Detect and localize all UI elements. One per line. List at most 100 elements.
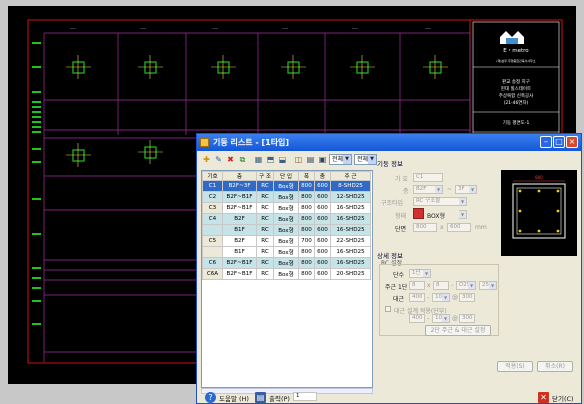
code-input[interactable]: C1 <box>413 173 443 182</box>
chevron-down-icon: ▼ <box>343 155 351 164</box>
main-rebar-diameter[interactable]: D25 ▼ <box>456 281 476 290</box>
shape-label: 형태 <box>395 213 407 220</box>
tie-label: 대근 <box>393 296 405 303</box>
floor-label: 층 <box>403 188 409 195</box>
tie-v1[interactable]: 400 <box>409 293 425 302</box>
printer-icon[interactable]: ▤ <box>255 392 266 403</box>
svg-text:——: —— <box>212 26 218 30</box>
close-button[interactable]: 닫기(C) <box>552 393 574 403</box>
print-icon[interactable]: ▤ <box>305 154 316 165</box>
delete-icon[interactable]: ✖ <box>225 154 236 165</box>
info-section-title: 기둥 정보 <box>377 160 403 168</box>
chevron-down-icon: ▼ <box>459 211 466 218</box>
add-icon[interactable]: ✚ <box>201 154 212 165</box>
depth-input[interactable]: 600 <box>447 223 471 232</box>
chevron-down-icon: ▼ <box>442 315 449 322</box>
project-line-4: (21-46연차) <box>504 99 529 106</box>
close-icon[interactable]: ✕ <box>538 392 549 403</box>
main-rebar-v4[interactable]: 25 ▼ <box>479 281 497 290</box>
grid-icon[interactable]: ▦ <box>253 154 264 165</box>
col-header-rebar[interactable]: 주 근 <box>330 171 371 181</box>
preview-dimension: 800 <box>535 175 543 180</box>
window-titlebar[interactable]: 기둥 리스트 - [1타입] – □ × <box>197 134 581 151</box>
col-header-floor[interactable]: 층 <box>222 171 257 181</box>
maximize-button[interactable]: □ <box>553 136 565 148</box>
help-button[interactable]: 도움말 (H) <box>219 393 249 403</box>
struct-select[interactable]: RC 구조물 ▼ <box>413 197 467 206</box>
tie-checkbox[interactable] <box>385 306 391 312</box>
edit-icon[interactable]: ✎ <box>213 154 224 165</box>
logo-subtext: (재)삼우·주형종합건축사사무소 <box>496 58 535 63</box>
floor-from-select[interactable]: B2F ▼ <box>413 185 443 194</box>
width-input[interactable]: 800 <box>413 223 437 232</box>
cancel-button[interactable]: 취소(R) <box>537 361 573 372</box>
chevron-down-icon: ▼ <box>489 282 496 289</box>
filter-select-2[interactable]: 전체 ▼ <box>354 154 377 165</box>
chevron-down-icon: ▼ <box>368 155 376 164</box>
view-icon[interactable]: ◫ <box>293 154 304 165</box>
col-header-shape[interactable]: 단 입 <box>273 171 299 181</box>
tie-v3[interactable]: 300 <box>459 293 475 302</box>
import-icon[interactable]: ⬒ <box>265 154 276 165</box>
chk-v3[interactable]: 300 <box>459 314 475 323</box>
logo-text: E・metro <box>503 48 529 54</box>
table-row[interactable]: B1F RC Box형 800 600 16-SHD25 <box>202 246 371 258</box>
shape-value: BOX형 <box>427 213 445 220</box>
table-row[interactable]: C2 B2F~B1F RC Box형 800 600 12-SHD25 <box>202 191 371 203</box>
chevron-down-icon: ▼ <box>442 294 449 301</box>
save-icon[interactable]: ▣ <box>317 154 328 165</box>
svg-text:——: —— <box>282 26 288 30</box>
chk-v1[interactable]: 400 <box>409 314 425 323</box>
chevron-down-icon: ▼ <box>423 270 430 277</box>
column-list-window: 기둥 리스트 - [1타입] – □ × ✚ ✎ ✖ ⧉ ▦ ⬒ ⬓ ◫ ▤ ▣… <box>196 133 582 404</box>
shape-select[interactable]: ▼ <box>459 210 467 219</box>
table-row[interactable]: B1F RC Box형 800 600 16-SHD25 <box>202 224 371 236</box>
struct-label: 구조타입 <box>381 200 404 207</box>
project-line-3: 주상복합 신축공사 <box>499 92 534 99</box>
column-table: 기호 층 구 조 단 입 폭 춤 주 근 C1 B2F~3F RC Box형 800 60… <box>201 170 373 388</box>
svg-text:——: —— <box>140 26 146 30</box>
toolbar: ✚ ✎ ✖ ⧉ ▦ ⬒ ⬓ ◫ ▤ ▣ 전체 ▼ 전체 ▼ <box>201 154 377 166</box>
tie-v2[interactable]: 10 ▼ <box>432 293 450 302</box>
chevron-down-icon: ▼ <box>435 186 442 193</box>
main-rebar-v1[interactable]: 8 <box>409 281 425 290</box>
svg-text:——: —— <box>352 26 358 30</box>
close-window-button[interactable]: × <box>566 136 578 148</box>
chevron-down-icon: ▼ <box>469 186 476 193</box>
table-row[interactable]: C5 B2F RC Box형 700 600 22-SHD25 <box>202 235 371 247</box>
filter-select-1[interactable]: 전체 ▼ <box>329 154 352 165</box>
chevron-down-icon: ▼ <box>468 282 475 289</box>
col-header-struct[interactable]: 구 조 <box>256 171 274 181</box>
section-label: 단면 <box>395 226 407 233</box>
table-row[interactable]: C6A B2F~B1F RC Box형 800 600 20-SHD25 <box>202 268 371 280</box>
print-count-input[interactable]: 1 <box>293 392 317 401</box>
main-rebar-label: 주근 1단 <box>385 284 408 291</box>
chevron-down-icon: ▼ <box>459 198 466 205</box>
minimize-button[interactable]: – <box>540 136 552 148</box>
section-preview: 800 <box>501 170 577 256</box>
window-title: 기둥 리스트 - [1타입] <box>213 138 290 147</box>
help-icon[interactable]: ? <box>205 392 216 403</box>
export-icon[interactable]: ⬓ <box>277 154 288 165</box>
floor-to-select[interactable]: 3F ▼ <box>455 185 477 194</box>
drawing-name: 기둥 평면도-1 <box>503 119 530 126</box>
table-row[interactable]: C1 B2F~3F RC Box형 800 600 8-SHD25 <box>202 180 371 192</box>
table-header: 기호 층 구 조 단 입 폭 춤 주 근 <box>202 171 371 181</box>
print-button[interactable]: 출력(P) <box>269 393 290 403</box>
col-header-code[interactable]: 기호 <box>202 171 223 181</box>
project-line-2: 현대 힐스테이트 <box>501 85 531 92</box>
col-header-depth[interactable]: 춤 <box>314 171 331 181</box>
main-rebar-v2[interactable]: 8 <box>433 281 449 290</box>
table-row[interactable]: C4 B2F RC Box형 800 600 16-SHD25 <box>202 213 371 225</box>
stage-select[interactable]: 1단 ▼ <box>409 269 431 278</box>
chk-v2[interactable]: 10 ▼ <box>432 314 450 323</box>
table-row[interactable]: C3 B2F~B1F RC Box형 800 600 16-SHD25 <box>202 202 371 214</box>
box-shape-icon <box>413 208 424 219</box>
project-line-1: 판교 송정 지구 <box>502 78 530 85</box>
code-label: 기 호 <box>395 176 408 183</box>
apply-button[interactable]: 적용(S) <box>497 361 533 372</box>
copy-icon[interactable]: ⧉ <box>237 154 248 165</box>
table-row[interactable]: C6 B2F~B1F RC Box형 800 600 16-SHD25 <box>202 257 371 269</box>
col-header-width[interactable]: 폭 <box>298 171 315 181</box>
rebar-settings-button[interactable]: 2단 주근 & 대근 설정 <box>425 325 491 336</box>
